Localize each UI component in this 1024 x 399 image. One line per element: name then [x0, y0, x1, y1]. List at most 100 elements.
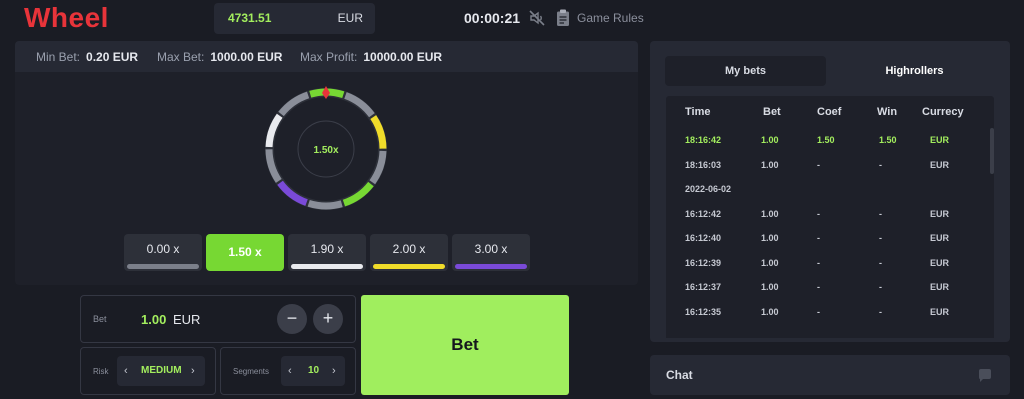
cell-bet: 1.00: [761, 257, 779, 268]
segments-label: Segments: [233, 367, 270, 376]
cell-bet: 1.00: [761, 306, 779, 317]
cell-bet: 1.00: [761, 159, 779, 170]
segments-prev-button[interactable]: ‹: [288, 356, 292, 386]
max-bet-label: Max Bet:: [157, 50, 205, 64]
cell-time: 16:12:40: [685, 233, 722, 243]
tab-highrollers[interactable]: Highrollers: [834, 56, 995, 86]
cell-bet: 1.00: [761, 282, 779, 292]
segments-next-button[interactable]: ›: [332, 356, 336, 386]
chat-bar[interactable]: Chat: [650, 355, 1010, 395]
multiplier-2: 1.90 x: [288, 234, 366, 271]
multiplier-color-bar: [373, 264, 445, 269]
table-row: 2022-06-02: [666, 177, 994, 201]
table-scrollbar[interactable]: [990, 128, 994, 174]
multiplier-color-bar: [455, 264, 527, 269]
clipboard-icon[interactable]: [556, 9, 570, 27]
cell-currency: EUR: [930, 159, 950, 170]
cell-win: -: [879, 233, 882, 243]
cell-coef: -: [817, 208, 820, 219]
multiplier-label: 0.00 x: [146, 242, 180, 256]
cell-coef: -: [817, 257, 820, 268]
max-bet-value: 1000.00 EUR: [210, 50, 283, 64]
cell-currency: EUR: [930, 257, 950, 268]
multiplier-4: 3.00 x: [452, 234, 530, 271]
increase-bet-button[interactable]: +: [313, 304, 343, 334]
risk-prev-button[interactable]: ‹: [124, 356, 128, 386]
chat-bubble-icon[interactable]: [976, 366, 994, 384]
multiplier-1: 1.50 x: [206, 234, 284, 271]
cell-win: -: [879, 306, 882, 317]
bets-table-body: 18:16:42 1.00 1.50 1.50 EUR 18:16:03 1.00 - - EUR…: [666, 128, 994, 338]
risk-next-button[interactable]: ›: [191, 356, 195, 386]
cell-win: -: [879, 257, 882, 268]
multiplier-label: 1.50 x: [228, 245, 262, 259]
balance-currency: EUR: [337, 11, 363, 25]
multiplier-label: 1.90 x: [310, 242, 344, 256]
bets-table-header: Time Bet Coef Win Currecy: [666, 96, 994, 128]
cell-time: 2022-06-02: [685, 184, 732, 194]
cell-time: 18:16:42: [685, 135, 722, 145]
col-currency: Currecy: [922, 106, 964, 118]
balance-display: 4731.51 EUR: [214, 3, 375, 34]
col-time: Time: [685, 106, 711, 118]
cell-time: 16:12:35: [685, 306, 722, 317]
table-row: 16:12:40 1.00 - - EUR: [666, 226, 994, 250]
cell-currency: EUR: [930, 233, 950, 243]
cell-time: 16:12:39: [685, 257, 722, 268]
max-profit: Max Profit: 10000.00 EUR: [300, 50, 442, 64]
multiplier-color-bar: [127, 264, 199, 269]
multiplier-color-bar: [291, 264, 363, 269]
risk-selector: Risk ‹ MEDIUM ›: [80, 347, 216, 395]
min-bet-value: 0.20 EUR: [86, 50, 139, 64]
table-row: 16:12:39 1.00 - - EUR: [666, 251, 994, 275]
bet-button[interactable]: Bet: [361, 295, 569, 395]
wheel-center-value: 1.50x: [313, 145, 338, 156]
game-rules-link[interactable]: Game Rules: [577, 11, 644, 25]
segments-value: 10: [308, 365, 320, 376]
bet-currency: EUR: [173, 312, 201, 327]
col-win: Win: [877, 106, 898, 118]
cell-bet: 1.00: [761, 233, 779, 243]
cell-win: -: [879, 282, 882, 292]
multiplier-label: 3.00 x: [474, 242, 508, 256]
cell-coef: -: [817, 233, 820, 243]
cell-currency: EUR: [930, 306, 950, 317]
bet-label: Bet: [93, 314, 107, 324]
table-row: 16:12:37 1.00 - - EUR: [666, 275, 994, 299]
risk-label: Risk: [93, 367, 109, 376]
table-row: 16:12:35 1.00 - - EUR: [666, 300, 994, 324]
cell-coef: -: [817, 306, 820, 317]
tab-my-bets[interactable]: My bets: [665, 56, 826, 86]
min-bet-label: Min Bet:: [36, 50, 81, 64]
risk-value: MEDIUM: [141, 365, 182, 376]
wheel-segment: [307, 199, 343, 210]
balance-value: 4731.51: [228, 11, 272, 25]
table-row: 18:16:03 1.00 - - EUR: [666, 153, 994, 177]
decrease-bet-button[interactable]: −: [277, 304, 307, 334]
wheel: 1.50x: [265, 86, 387, 210]
segments-selector: Segments ‹ 10 ›: [220, 347, 356, 395]
session-timer: 00:00:21: [464, 10, 521, 26]
max-profit-label: Max Profit:: [300, 50, 358, 64]
multiplier-0: 0.00 x: [124, 234, 202, 271]
cell-coef: 1.50: [817, 135, 835, 145]
cell-currency: EUR: [930, 135, 950, 145]
bet-limits-bar: Min Bet: 0.20 EUR Max Bet: 1000.00 EUR Max…: [15, 41, 638, 72]
max-profit-value: 10000.00 EUR: [363, 50, 443, 64]
cell-coef: -: [817, 282, 820, 292]
cell-coef: -: [817, 159, 820, 170]
max-bet: Max Bet: 1000.00 EUR: [157, 50, 282, 64]
bet-amount-value[interactable]: 1.00: [141, 312, 166, 327]
col-coef: Coef: [817, 106, 842, 118]
sound-off-icon[interactable]: [528, 9, 546, 27]
table-row: 16:12:42 1.00 - - EUR: [666, 202, 994, 226]
min-bet: Min Bet: 0.20 EUR: [36, 50, 138, 64]
multiplier-3: 2.00 x: [370, 234, 448, 271]
cell-win: 1.50: [879, 135, 897, 145]
table-row: 18:16:42 1.00 1.50 1.50 EUR: [666, 128, 994, 152]
cell-time: 16:12:37: [685, 282, 722, 292]
cell-win: -: [879, 159, 882, 170]
cell-currency: EUR: [930, 208, 950, 219]
cell-currency: EUR: [930, 282, 950, 292]
chat-label: Chat: [666, 368, 693, 382]
